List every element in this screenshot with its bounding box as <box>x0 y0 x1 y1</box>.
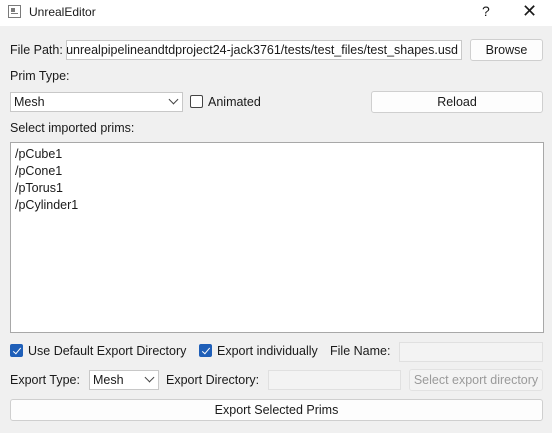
file-path-input[interactable]: D:/unrealpipelineandtdproject24-jack3761… <box>66 40 462 60</box>
chevron-down-icon <box>168 94 179 105</box>
title-bar: UnrealEditor ? ✕ <box>0 0 552 26</box>
file-name-input[interactable] <box>399 342 543 362</box>
animated-checkbox[interactable] <box>190 95 203 108</box>
prim-type-label: Prim Type: <box>10 69 70 83</box>
animated-label: Animated <box>208 95 261 109</box>
list-item[interactable]: /pTorus1 <box>15 180 539 197</box>
window-title: UnrealEditor <box>29 5 96 19</box>
export-directory-input[interactable] <box>268 370 401 390</box>
chevron-down-icon <box>144 372 155 383</box>
list-item[interactable]: /pCone1 <box>15 163 539 180</box>
use-default-export-dir-checkbox[interactable] <box>10 344 23 357</box>
app-icon <box>8 5 21 18</box>
export-individually-checkbox[interactable] <box>199 344 212 357</box>
list-item[interactable]: /pCylinder1 <box>15 197 539 214</box>
file-path-value: D:/unrealpipelineandtdproject24-jack3761… <box>66 43 458 57</box>
browse-button[interactable]: Browse <box>470 39 543 61</box>
close-icon[interactable]: ✕ <box>522 1 537 21</box>
prim-type-selected: Mesh <box>14 95 45 109</box>
export-type-select[interactable]: Mesh <box>89 370 159 390</box>
file-path-label: File Path: <box>10 43 63 57</box>
export-type-label: Export Type: <box>10 373 80 387</box>
list-item[interactable]: /pCube1 <box>15 146 539 163</box>
prims-list-label: Select imported prims: <box>10 121 135 135</box>
export-type-selected: Mesh <box>93 373 124 387</box>
prims-list[interactable]: /pCube1 /pCone1 /pTorus1 /pCylinder1 <box>10 142 544 333</box>
file-name-label: File Name: <box>330 344 391 358</box>
select-export-directory-button[interactable]: Select export directory <box>409 369 543 391</box>
use-default-export-dir-label: Use Default Export Directory <box>28 344 187 358</box>
export-directory-label: Export Directory: <box>166 373 260 387</box>
prim-type-select[interactable]: Mesh <box>10 92 183 112</box>
export-individually-label: Export individually <box>217 344 318 358</box>
help-button[interactable]: ? <box>482 3 490 19</box>
reload-button[interactable]: Reload <box>371 91 543 113</box>
export-selected-prims-button[interactable]: Export Selected Prims <box>10 399 543 421</box>
